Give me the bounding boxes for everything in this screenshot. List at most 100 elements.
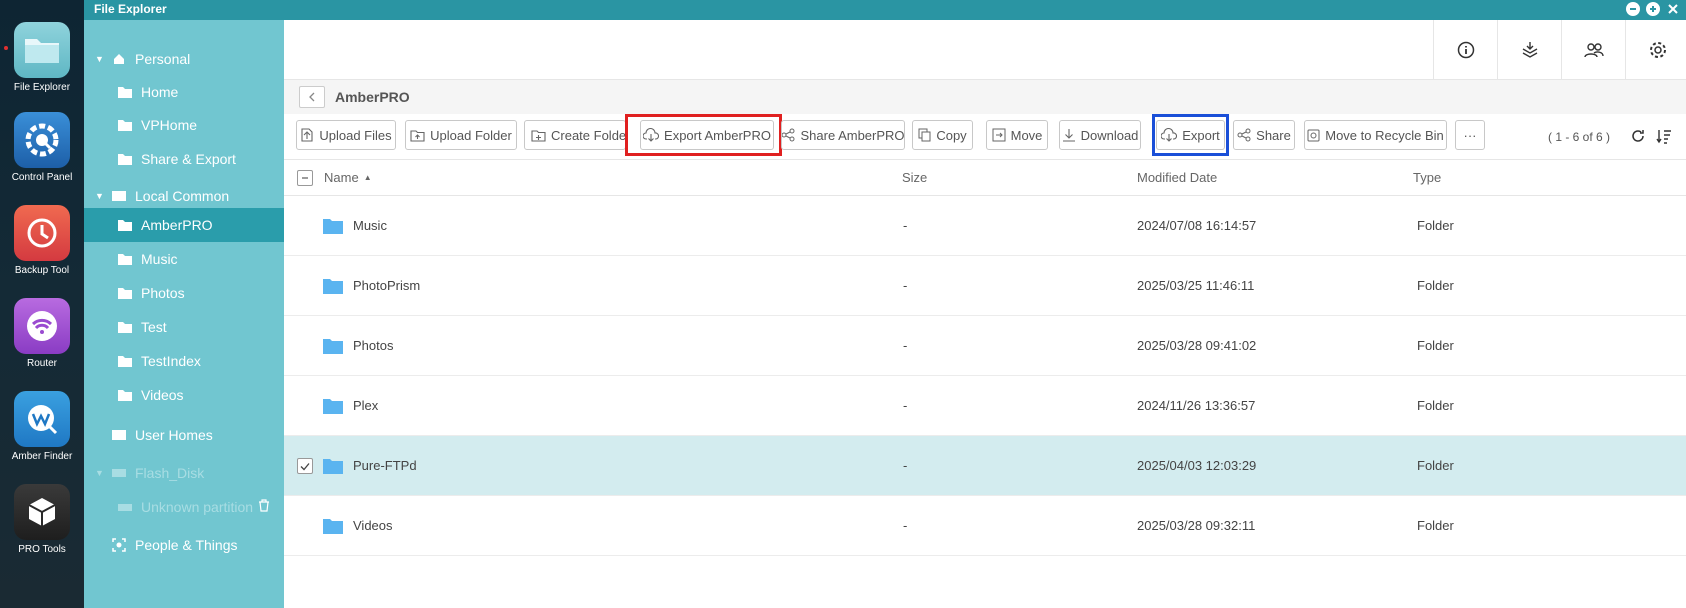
dock-app-router[interactable]: Router <box>0 298 84 369</box>
sidebar-item-share-export[interactable]: Share & Export <box>84 142 284 176</box>
sidebar-item-test[interactable]: Test <box>84 310 284 344</box>
share-button[interactable]: Share <box>1233 120 1295 150</box>
folder-icon <box>323 518 343 534</box>
file-size: - <box>903 338 908 353</box>
button-label: Share <box>1256 127 1291 143</box>
file-type: Folder <box>1417 458 1454 473</box>
create-folder-button[interactable]: Create Folder <box>524 120 626 150</box>
header-label: Modified Date <box>1137 170 1218 185</box>
file-name: Plex <box>353 398 379 413</box>
upload-file-icon <box>301 128 313 142</box>
sidebar-item-personal[interactable]: ▼ Personal <box>84 42 284 76</box>
new-folder-icon <box>531 129 546 142</box>
sort-button[interactable] <box>1656 128 1672 147</box>
home-icon <box>111 52 127 66</box>
dock-app-control-panel[interactable]: Control Panel <box>0 112 84 183</box>
dock-app-pro-tools[interactable]: PRO Tools <box>0 484 84 555</box>
dock-app-amber-finder[interactable]: Amber Finder <box>0 391 84 462</box>
maximize-button[interactable] <box>1646 2 1660 16</box>
folder-icon <box>323 338 343 354</box>
storage-icon <box>111 189 127 203</box>
wifi-app-icon <box>14 298 70 354</box>
settings-button[interactable] <box>1625 20 1686 80</box>
file-name: Photos <box>353 338 394 353</box>
folder-icon <box>323 278 343 294</box>
sort-asc-icon: ▲ <box>363 173 372 182</box>
sidebar-item-unknown-partition[interactable]: Unknown partition <box>84 490 284 524</box>
copy-button[interactable]: Copy <box>912 120 973 150</box>
users-icon <box>1583 43 1604 58</box>
column-header-size[interactable]: Size <box>902 160 927 195</box>
move-button[interactable]: Move <box>986 120 1048 150</box>
folder-icon <box>323 458 343 474</box>
column-header-name[interactable]: Name ▲ <box>324 160 372 195</box>
sidebar-item-videos[interactable]: Videos <box>84 378 284 412</box>
folder-icon <box>117 218 133 232</box>
upload-folder-button[interactable]: Upload Folder <box>405 120 517 150</box>
upload-files-button[interactable]: Upload Files <box>296 120 396 150</box>
trash-icon[interactable] <box>258 499 270 515</box>
file-modified: 2024/11/26 13:36:57 <box>1137 398 1256 413</box>
file-modified: 2024/07/08 16:14:57 <box>1137 218 1257 233</box>
dock-app-backup-tool[interactable]: Backup Tool <box>0 205 84 276</box>
export-amberpro-button[interactable]: Export AmberPRO <box>640 120 774 150</box>
minimize-button[interactable] <box>1626 2 1640 16</box>
sidebar-item-home[interactable]: Home <box>84 75 284 109</box>
sidebar-label: AmberPRO <box>141 217 213 233</box>
users-button[interactable] <box>1561 20 1625 80</box>
file-size: - <box>903 518 908 533</box>
close-button[interactable] <box>1666 2 1680 16</box>
dock-app-file-explorer[interactable]: File Explorer <box>0 22 84 93</box>
window-title: File Explorer <box>94 2 167 16</box>
item-count: ( 1 - 6 of 6 ) <box>1548 130 1611 144</box>
header-label: Type <box>1413 170 1442 185</box>
sidebar-label: Test <box>141 319 167 335</box>
table-row-selected[interactable]: Pure-FTPd - 2025/04/03 12:03:29 Folder <box>284 436 1686 496</box>
file-modified: 2025/04/03 12:03:29 <box>1137 458 1257 473</box>
finder-app-icon <box>14 391 70 447</box>
sidebar-item-testindex[interactable]: TestIndex <box>84 344 284 378</box>
folder-icon <box>323 218 343 234</box>
back-button[interactable] <box>299 86 325 108</box>
upload-folder-icon <box>410 129 425 142</box>
move-to-recycle-bin-button[interactable]: Move to Recycle Bin <box>1304 120 1447 150</box>
app-dock: File Explorer Control Panel Backup Tool … <box>0 0 84 608</box>
toolbar: Upload Files Upload Folder Create Folder… <box>284 114 1686 160</box>
sidebar-item-people-things[interactable]: People & Things <box>84 528 284 562</box>
download-button[interactable]: Download <box>1059 120 1141 150</box>
sort-icon <box>1656 130 1671 144</box>
sidebar-item-photos[interactable]: Photos <box>84 276 284 310</box>
table-row[interactable]: PhotoPrism - 2025/03/25 11:46:11 Folder <box>284 256 1686 316</box>
button-label: Upload Folder <box>430 127 512 143</box>
sidebar-item-flash-disk[interactable]: ▼ Flash_Disk <box>84 456 284 490</box>
more-icon: ··· <box>1463 127 1477 143</box>
sidebar-item-amberpro[interactable]: AmberPRO <box>84 208 284 242</box>
select-all-checkbox[interactable] <box>297 169 313 186</box>
column-header-modified[interactable]: Modified Date <box>1137 160 1217 195</box>
info-button[interactable] <box>1433 20 1497 80</box>
sidebar-item-music[interactable]: Music <box>84 242 284 276</box>
file-modified: 2025/03/28 09:41:02 <box>1137 338 1257 353</box>
more-button[interactable]: ··· <box>1455 120 1485 150</box>
table-row[interactable]: Plex - 2024/11/26 13:36:57 Folder <box>284 376 1686 436</box>
cloud-download-icon <box>643 128 660 142</box>
share-amberpro-button[interactable]: Share AmberPRO <box>781 120 905 150</box>
drive-icon <box>117 500 133 514</box>
table-header: Name ▲ Size Modified Date Type <box>284 160 1686 196</box>
usb-drive-icon <box>111 466 127 480</box>
sidebar-item-vphome[interactable]: VPHome <box>84 108 284 142</box>
file-name: Music <box>353 218 387 233</box>
caret-down-icon: ▼ <box>95 468 104 478</box>
refresh-button[interactable] <box>1630 128 1646 147</box>
sidebar-label: Local Common <box>135 188 230 204</box>
header-label: Size <box>902 170 928 185</box>
sidebar-item-user-homes[interactable]: User Homes <box>84 418 284 452</box>
export-button[interactable]: Export <box>1156 120 1225 150</box>
table-row[interactable]: Videos - 2025/03/28 09:32:11 Folder <box>284 496 1686 556</box>
column-header-type[interactable]: Type <box>1413 160 1441 195</box>
table-row[interactable]: Music - 2024/07/08 16:14:57 Folder <box>284 196 1686 256</box>
share-icon <box>782 128 795 142</box>
table-row[interactable]: Photos - 2025/03/28 09:41:02 Folder <box>284 316 1686 376</box>
row-checkbox[interactable] <box>297 458 313 474</box>
tasks-button[interactable] <box>1497 20 1561 80</box>
